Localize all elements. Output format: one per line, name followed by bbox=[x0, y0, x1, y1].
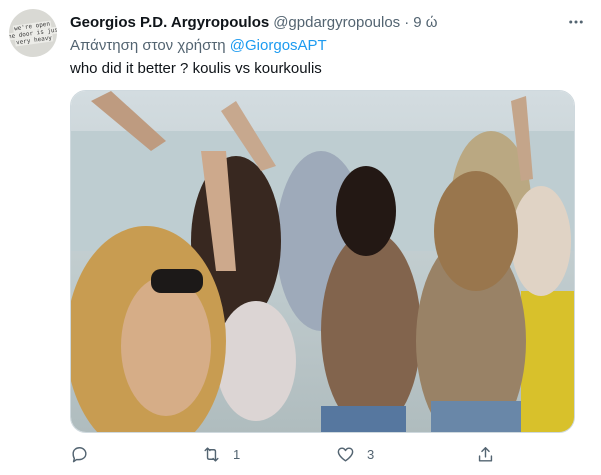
reply-prefix: Απάντηση στον χρήστη bbox=[70, 37, 226, 54]
video-still-image bbox=[71, 91, 574, 432]
share-button[interactable] bbox=[476, 441, 495, 467]
display-name[interactable]: Georgios P.D. Argyropoulos bbox=[70, 14, 269, 31]
heart-icon bbox=[337, 446, 354, 462]
tweet-media[interactable] bbox=[70, 90, 575, 433]
retweet-count: 1 bbox=[233, 446, 241, 462]
user-handle[interactable]: @gpdargyropoulos bbox=[273, 14, 400, 31]
retweet-icon bbox=[204, 446, 219, 462]
separator-dot: · bbox=[404, 13, 410, 31]
tweet-header: Georgios P.D. Argyropoulos @gpdargyropou… bbox=[70, 12, 437, 32]
reply-to-link[interactable]: @GiorgosAPT bbox=[230, 37, 327, 54]
tweet-actions: 1 3 bbox=[70, 441, 500, 467]
more-horizontal-icon bbox=[569, 20, 583, 24]
share-icon bbox=[478, 446, 493, 462]
like-count: 3 bbox=[367, 446, 375, 462]
avatar[interactable]: we're open the door is just very heavy bbox=[5, 5, 61, 61]
reply-icon bbox=[72, 446, 87, 462]
tweet-text: who did it better ? koulis vs kourkoulis bbox=[70, 60, 322, 77]
tweet[interactable]: we're open the door is just very heavy G… bbox=[0, 0, 601, 475]
timestamp[interactable]: 9 ώ bbox=[413, 14, 437, 31]
like-button[interactable]: 3 bbox=[336, 441, 374, 467]
retweet-button[interactable]: 1 bbox=[202, 441, 240, 467]
reply-context: Απάντηση στον χρήστη @GiorgosAPT bbox=[70, 37, 327, 54]
reply-button[interactable] bbox=[70, 441, 89, 467]
more-options-button[interactable] bbox=[565, 12, 587, 32]
